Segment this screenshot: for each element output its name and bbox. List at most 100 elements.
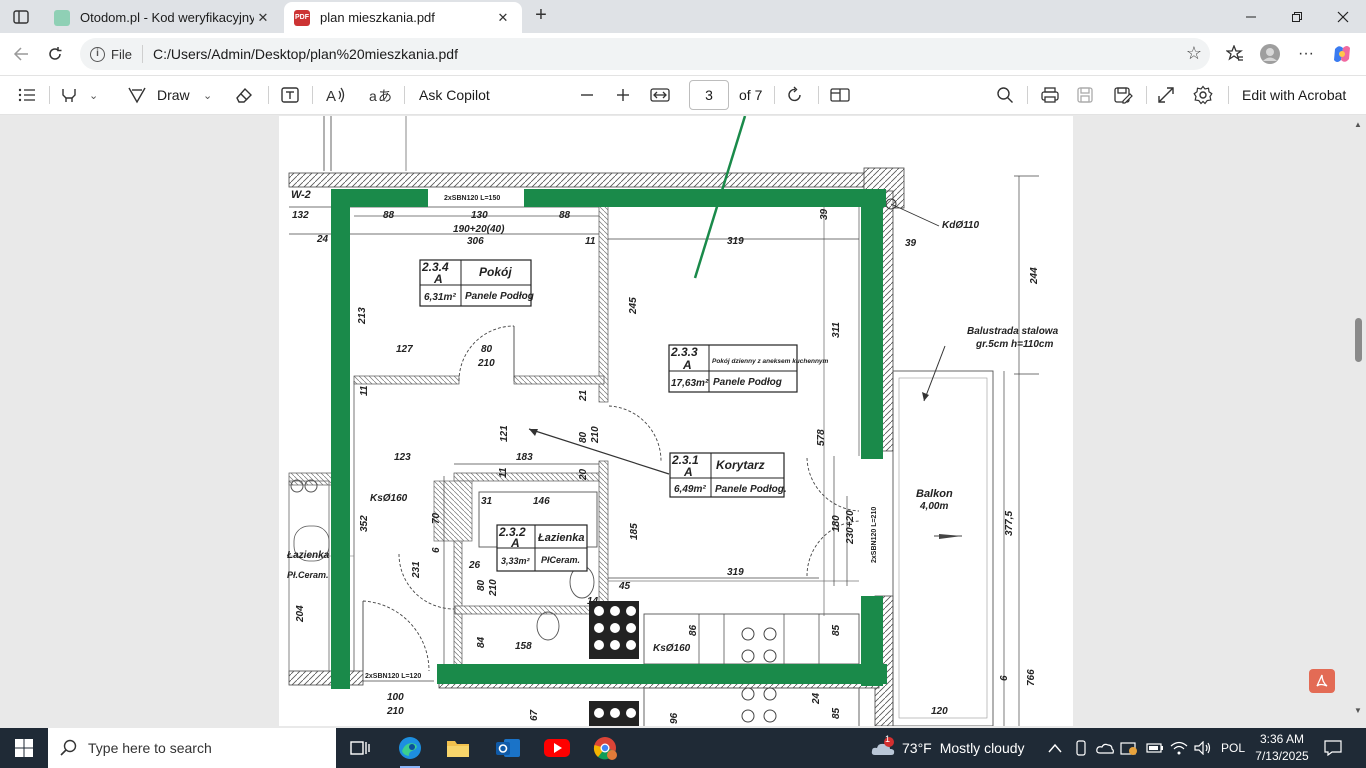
start-button[interactable] — [0, 728, 48, 768]
page-number-input[interactable]: 3 — [689, 80, 729, 110]
show-hidden-icons-chevron-up-icon[interactable] — [1048, 728, 1062, 768]
svg-text:あ: あ — [378, 89, 391, 104]
erase-icon[interactable] — [234, 76, 254, 114]
weather-widget[interactable]: 1 73°F Mostly cloudy — [870, 728, 1025, 768]
highlight-button[interactable] — [60, 76, 78, 114]
address-bar[interactable]: i File C:/Users/Admin/Desktop/plan%20mie… — [80, 38, 1210, 70]
lintel-side: 2xSBN120 L=210 — [871, 507, 878, 563]
svg-text:80: 80 — [481, 344, 493, 355]
svg-text:21: 21 — [578, 389, 589, 402]
scroll-down-icon[interactable]: ▼ — [1354, 706, 1362, 715]
edge-browser-icon[interactable] — [390, 732, 430, 768]
svg-text:319: 319 — [727, 236, 744, 247]
refresh-button[interactable] — [42, 41, 68, 67]
taskbar-search-box[interactable]: Type here to search — [48, 728, 336, 768]
acrobat-icon[interactable] — [1309, 669, 1335, 693]
chrome-icon[interactable] — [586, 732, 626, 764]
meet-now-icon[interactable] — [1074, 728, 1088, 768]
wifi-icon[interactable] — [1170, 728, 1188, 768]
draw-button[interactable]: Draw — [127, 76, 190, 114]
svg-text:26: 26 — [468, 560, 481, 571]
close-window-button[interactable] — [1320, 0, 1366, 33]
svg-text:3,33m²: 3,33m² — [501, 556, 531, 566]
scroll-up-icon[interactable]: ▲ — [1354, 120, 1362, 129]
zoom-out-icon[interactable] — [580, 76, 594, 114]
restore-button[interactable] — [1274, 0, 1320, 33]
task-view-icon[interactable] — [340, 732, 380, 764]
minimize-button[interactable] — [1228, 0, 1274, 33]
svg-text:311: 311 — [831, 322, 842, 338]
save-icon[interactable] — [1076, 76, 1094, 114]
search-placeholder: Type here to search — [88, 740, 212, 756]
draw-dropdown-chevron-down-icon[interactable]: ⌄ — [203, 76, 212, 114]
svg-text:210: 210 — [386, 706, 404, 717]
site-info-button[interactable]: i File — [90, 45, 143, 63]
rotate-icon[interactable] — [786, 76, 804, 114]
left-room-label: Łazienka — [286, 550, 330, 561]
pdf-page[interactable]: 2.3.4 A Pokój 6,31m² Panele Podłog 2.3.3… — [279, 116, 1073, 726]
svg-text:11: 11 — [359, 385, 370, 396]
contents-icon[interactable] — [18, 76, 36, 114]
fullscreen-icon[interactable] — [1157, 76, 1175, 114]
svg-text:PłCeram.: PłCeram. — [541, 555, 580, 565]
battery-icon[interactable] — [1146, 728, 1164, 768]
svg-text:80: 80 — [578, 431, 589, 443]
save-as-icon[interactable] — [1113, 76, 1133, 114]
back-button[interactable] — [8, 41, 34, 67]
youtube-icon[interactable] — [537, 732, 577, 764]
otodom-favicon-icon — [54, 9, 70, 26]
print-icon[interactable] — [1040, 76, 1060, 114]
onedrive-cloud-icon[interactable] — [1096, 728, 1114, 768]
clock[interactable]: 3:36 AM 7/13/2025 — [1252, 731, 1312, 765]
vertical-scrollbar[interactable]: ▲ ▼ — [1350, 116, 1366, 726]
svg-text:45: 45 — [618, 581, 631, 592]
text-box-icon[interactable] — [280, 76, 300, 114]
svg-text:120: 120 — [931, 706, 948, 717]
page-view-icon[interactable] — [830, 76, 850, 114]
new-tab-button[interactable]: + — [530, 4, 552, 26]
svg-text:39: 39 — [905, 238, 917, 249]
svg-text:6: 6 — [431, 547, 442, 553]
url-text[interactable]: C:/Users/Admin/Desktop/plan%20mieszkania… — [153, 46, 458, 62]
svg-text:Korytarz: Korytarz — [716, 458, 765, 472]
tab-close-icon[interactable]: ✕ — [494, 10, 512, 26]
left-room-finish: Pł.Ceram. — [287, 570, 329, 580]
highlight-dropdown-chevron-down-icon[interactable]: ⌄ — [89, 76, 98, 114]
search-icon — [60, 739, 77, 756]
settings-gear-icon[interactable] — [1193, 76, 1213, 114]
room-label-2-3-1: 2.3.1 A Korytarz 6,49m² Panele Podłog. — [669, 452, 787, 498]
profile-avatar[interactable] — [1257, 41, 1283, 67]
svg-text:377,5: 377,5 — [1004, 511, 1015, 536]
zoom-in-icon[interactable] — [616, 76, 630, 114]
language-indicator[interactable]: POL — [1221, 728, 1245, 768]
file-explorer-icon[interactable] — [438, 732, 478, 764]
favorite-star-icon[interactable]: ☆ — [1186, 43, 1202, 64]
read-aloud-icon[interactable]: A — [325, 76, 347, 114]
svg-text:88: 88 — [383, 210, 395, 221]
favorites-icon[interactable] — [1222, 41, 1248, 67]
scrollbar-thumb[interactable] — [1355, 318, 1362, 362]
tab-actions-icon[interactable] — [8, 5, 34, 29]
ask-copilot-button[interactable]: Ask Copilot — [419, 76, 490, 114]
svg-text:A: A — [682, 358, 692, 372]
edit-with-acrobat-button[interactable]: Edit with Acrobat — [1242, 76, 1346, 114]
svg-text:180: 180 — [831, 515, 842, 532]
fit-width-icon[interactable] — [650, 76, 670, 114]
page-total-label: of 7 — [739, 87, 763, 103]
tab-close-icon[interactable]: ✕ — [254, 10, 272, 26]
search-icon[interactable] — [996, 76, 1014, 114]
draw-icon — [128, 87, 146, 104]
tab-pdf[interactable]: PDF plan mieszkania.pdf ✕ — [284, 2, 522, 33]
translate-icon[interactable]: aあ — [369, 76, 391, 114]
outlook-icon[interactable] — [488, 732, 528, 764]
notification-icon[interactable] — [1324, 728, 1342, 768]
svg-text:210: 210 — [477, 358, 495, 369]
volume-icon[interactable] — [1194, 728, 1212, 768]
more-menu-icon[interactable]: ··· — [1293, 41, 1319, 67]
copilot-icon[interactable] — [1329, 41, 1355, 67]
svg-text:121: 121 — [499, 425, 510, 442]
svg-text:766: 766 — [1026, 669, 1037, 686]
network-alert-icon[interactable] — [1120, 728, 1138, 768]
floor-plan-drawing: 2.3.4 A Pokój 6,31m² Panele Podłog 2.3.3… — [286, 116, 1059, 726]
tab-otodom[interactable]: Otodom.pl - Kod weryfikacyjny ✕ — [44, 2, 282, 33]
